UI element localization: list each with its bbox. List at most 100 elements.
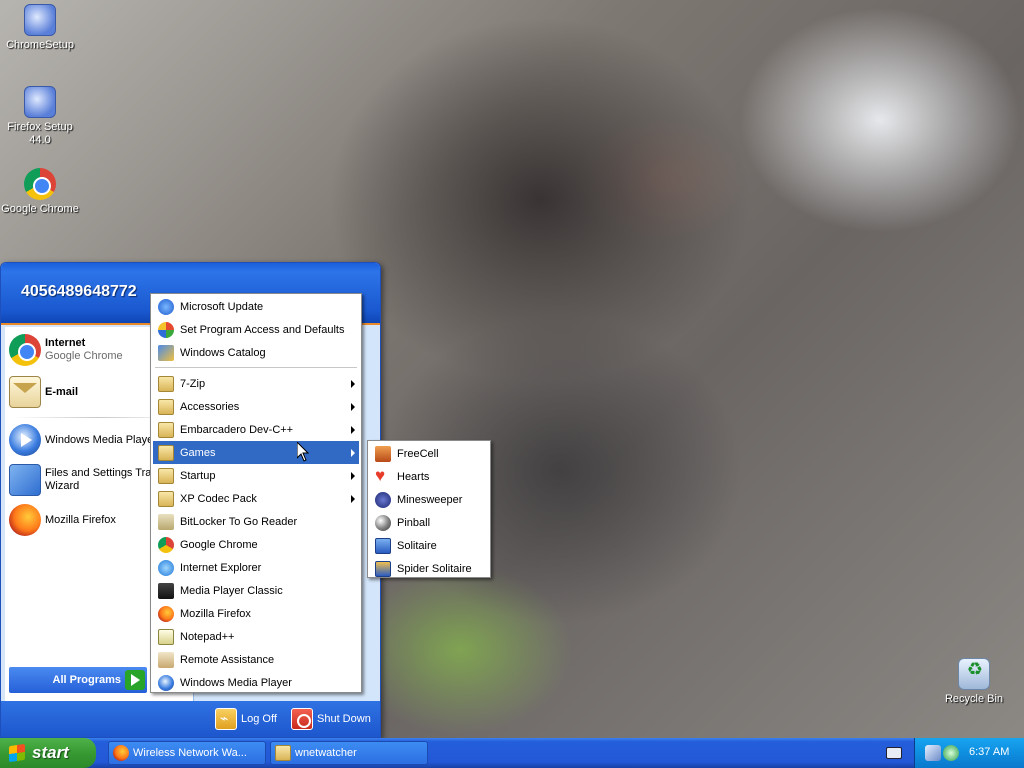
menu-item-freecell[interactable]: FreeCell xyxy=(370,442,488,465)
menu-item-label: Microsoft Update xyxy=(180,300,264,313)
menu-item-xp-codec-pack[interactable]: XP Codec Pack xyxy=(153,487,359,510)
menu-item-games[interactable]: Games xyxy=(153,441,359,464)
taskbar: start Wireless Network Wa... wnetwatcher… xyxy=(0,738,1024,768)
clock[interactable]: 6:37 AM xyxy=(969,746,1009,758)
start-button[interactable]: start xyxy=(0,738,96,768)
menu-item-internet-explorer[interactable]: Internet Explorer xyxy=(153,556,359,579)
program-defaults-icon xyxy=(158,321,174,338)
menu-item-label: BitLocker To Go Reader xyxy=(180,515,298,528)
desktop-icon-firefox-setup[interactable]: Firefox Setup 44.0 xyxy=(0,86,80,147)
notepad-icon xyxy=(158,628,174,645)
menu-item-label: 7-Zip xyxy=(180,377,206,390)
windows-catalog-icon xyxy=(158,344,174,361)
folder-icon xyxy=(158,467,174,484)
submenu-arrow-icon xyxy=(351,449,355,457)
menu-item-notepad-plus-plus[interactable]: Notepad++ xyxy=(153,625,359,648)
menu-item-spider-solitaire[interactable]: Spider Solitaire xyxy=(370,557,488,580)
menu-item-pinball[interactable]: Pinball xyxy=(370,511,488,534)
log-off-label: Log Off xyxy=(241,713,277,725)
pinned-item-title: E-mail xyxy=(45,385,79,398)
menu-item-windows-media-player[interactable]: Windows Media Player xyxy=(153,671,359,694)
menu-item-hearts[interactable]: Hearts xyxy=(370,465,488,488)
desktop-icon-label: Google Chrome xyxy=(1,203,79,215)
keyboard-icon[interactable] xyxy=(886,747,902,759)
menu-item-google-chrome[interactable]: Google Chrome xyxy=(153,533,359,556)
menu-item-label: Windows Catalog xyxy=(180,346,266,359)
folder-icon xyxy=(275,745,291,761)
menu-item-accessories[interactable]: Accessories xyxy=(153,395,359,418)
log-off-button[interactable]: Log Off xyxy=(215,707,277,731)
menu-item-label: Minesweeper xyxy=(397,493,463,506)
transfer-wizard-icon xyxy=(9,464,41,496)
taskbar-button-label: wnetwatcher xyxy=(295,747,357,759)
user-status-icon[interactable] xyxy=(943,745,959,761)
menu-item-bitlocker[interactable]: BitLocker To Go Reader xyxy=(153,510,359,533)
shut-down-button[interactable]: Shut Down xyxy=(291,707,371,731)
menu-item-label: Pinball xyxy=(397,516,431,529)
menu-item-microsoft-update[interactable]: Microsoft Update xyxy=(153,295,359,318)
media-player-classic-icon xyxy=(158,582,174,599)
menu-item-label: Games xyxy=(180,446,216,459)
media-player-icon xyxy=(9,424,41,456)
menu-item-media-player-classic[interactable]: Media Player Classic xyxy=(153,579,359,602)
desktop-icon-recycle-bin[interactable]: Recycle Bin xyxy=(934,658,1014,706)
desktop-icon-label: ChromeSetup xyxy=(6,39,74,51)
user-name: 4056489648772 xyxy=(21,283,137,300)
submenu-arrow-icon xyxy=(351,472,355,480)
menu-item-startup[interactable]: Startup xyxy=(153,464,359,487)
pinball-icon xyxy=(375,514,391,531)
menu-item-label: XP Codec Pack xyxy=(180,492,257,505)
remote-assistance-icon xyxy=(158,651,174,668)
pinned-item-title: Internet xyxy=(45,337,86,349)
menu-item-label: Set Program Access and Defaults xyxy=(180,323,345,336)
submenu-arrow-icon xyxy=(351,380,355,388)
all-programs-button[interactable]: All Programs xyxy=(9,667,147,693)
all-programs-menu: Microsoft Update Set Program Access and … xyxy=(150,293,362,693)
bitlocker-icon xyxy=(158,513,174,530)
menu-item-label: Mozilla Firefox xyxy=(180,607,251,620)
menu-item-7zip[interactable]: 7-Zip xyxy=(153,372,359,395)
spider-solitaire-icon xyxy=(375,560,391,577)
freecell-icon xyxy=(375,445,391,462)
network-icon[interactable] xyxy=(925,745,941,761)
desktop-icon-label: Recycle Bin xyxy=(944,693,1004,705)
recent-item-label: Mozilla Firefox xyxy=(45,513,116,526)
taskbar-button-wireless-network[interactable]: Wireless Network Wa... xyxy=(108,741,266,765)
menu-item-remote-assistance[interactable]: Remote Assistance xyxy=(153,648,359,671)
installer-icon xyxy=(24,86,56,118)
minesweeper-icon xyxy=(375,491,391,508)
recycle-bin-icon xyxy=(958,658,991,690)
menu-item-label: FreeCell xyxy=(397,447,439,460)
menu-item-label: Solitaire xyxy=(397,539,437,552)
submenu-arrow-icon xyxy=(351,403,355,411)
menu-item-set-program-access[interactable]: Set Program Access and Defaults xyxy=(153,318,359,341)
start-label: start xyxy=(32,743,69,762)
menu-separator xyxy=(155,367,357,368)
system-tray: 6:37 AM xyxy=(914,738,1024,768)
desktop-icon-chromesetup[interactable]: ChromeSetup xyxy=(0,4,80,52)
green-arrow-icon xyxy=(125,670,145,690)
menu-item-label: Startup xyxy=(180,469,216,482)
desktop-icon-google-chrome[interactable]: Google Chrome xyxy=(0,168,80,216)
menu-item-label: Accessories xyxy=(180,400,240,413)
shut-down-label: Shut Down xyxy=(317,713,371,725)
folder-icon xyxy=(158,490,174,507)
menu-item-label: Remote Assistance xyxy=(180,653,275,666)
menu-item-windows-catalog[interactable]: Windows Catalog xyxy=(153,341,359,364)
mouse-cursor-icon xyxy=(297,442,309,462)
key-icon xyxy=(215,708,237,730)
menu-item-label: Google Chrome xyxy=(180,538,258,551)
menu-item-label: Notepad++ xyxy=(180,630,235,643)
menu-item-mozilla-firefox[interactable]: Mozilla Firefox xyxy=(153,602,359,625)
menu-item-embarcadero-dev-cpp[interactable]: Embarcadero Dev-C++ xyxy=(153,418,359,441)
menu-item-label: Spider Solitaire xyxy=(397,562,472,575)
taskbar-button-label: Wireless Network Wa... xyxy=(133,747,247,759)
menu-item-solitaire[interactable]: Solitaire xyxy=(370,534,488,557)
menu-item-label: Media Player Classic xyxy=(180,584,283,597)
firefox-icon xyxy=(113,745,129,761)
menu-item-minesweeper[interactable]: Minesweeper xyxy=(370,488,488,511)
pinned-item-subtitle: Google Chrome xyxy=(45,350,123,362)
games-submenu: FreeCell Hearts Minesweeper Pinball Soli… xyxy=(367,440,491,578)
taskbar-button-wnetwatcher[interactable]: wnetwatcher xyxy=(270,741,428,765)
firefox-icon xyxy=(9,504,41,536)
